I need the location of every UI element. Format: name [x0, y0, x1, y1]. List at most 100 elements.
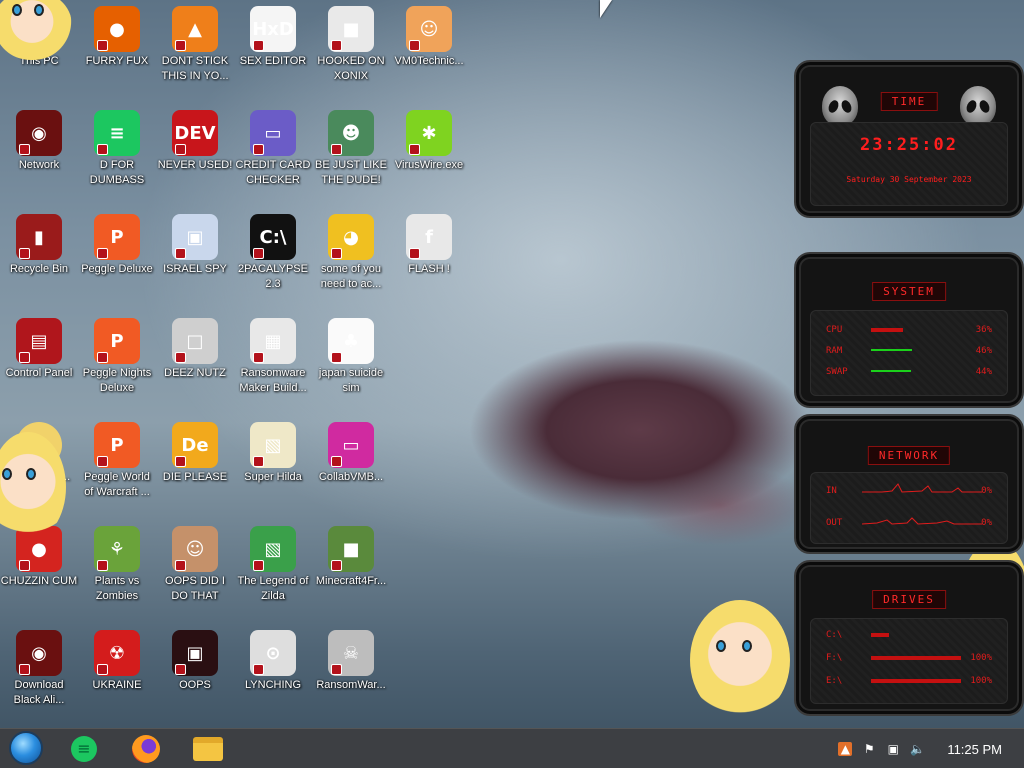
drive-f-value: 100%	[970, 653, 992, 663]
shortcut-badge-icon	[253, 664, 264, 675]
network-icon: ◉	[16, 630, 62, 676]
firefox-icon	[132, 735, 160, 763]
flame-icon[interactable]: ▲	[838, 742, 853, 756]
taskbar-notes-app[interactable]: ≡	[66, 733, 102, 765]
network-tray-icon[interactable]: ▣	[886, 742, 900, 756]
desktop-icon[interactable]: ▧ The Legend of Zilda	[234, 522, 312, 604]
desktop-icon[interactable]: ▭ CREDIT CARD CHECKER	[234, 106, 312, 188]
desktop-icon[interactable]: ▤ Control Panel	[0, 314, 78, 381]
desktop-icon[interactable]: ▧ Super Hilda	[234, 418, 312, 485]
desktop-icon-label: Recycle Bin	[9, 263, 69, 275]
desktop-icon[interactable]: □ DEEZ NUTZ	[156, 314, 234, 381]
network-spy-icon: ▣	[172, 214, 218, 260]
portrait-icon: ☺	[172, 526, 218, 572]
desktop-icon[interactable]: ♣ japan suicide sim	[312, 314, 390, 396]
desktop-icon[interactable]: ● FURRY FUX	[78, 2, 156, 69]
desktop-icon[interactable]: ⊙ LYNCHING	[234, 626, 312, 693]
flag-icon[interactable]: ⚑	[862, 742, 876, 756]
volume-icon[interactable]: 🔈	[910, 742, 925, 756]
desktop-icon[interactable]: ▭ CollabVMB...	[312, 418, 390, 485]
desktop-icon[interactable]: HxD SEX EDITOR	[234, 2, 312, 69]
desktop-icon-label: some of you need to ac...	[320, 263, 382, 290]
drive-c-bar	[871, 633, 889, 637]
peggle-nights-icon: P	[94, 318, 140, 364]
shortcut-badge-icon	[331, 664, 342, 675]
desktop-icon-label: OOPS DID I DO THAT	[165, 575, 225, 602]
red-square-icon: ▣	[172, 630, 218, 676]
drive-e-value: 100%	[970, 676, 992, 686]
shortcut-badge-icon	[253, 456, 264, 467]
desktop-icon-label: Minecraft4Fr...	[315, 575, 387, 587]
shortcut-badge-icon	[175, 664, 186, 675]
dude-icon: ☻	[328, 110, 374, 156]
shortcut-badge-icon	[175, 560, 186, 571]
desktop-icon-label: BE JUST LIKE THE DUDE!	[315, 159, 387, 186]
de-icon: De	[172, 422, 218, 468]
time-widget: Time 23:25:02 Saturday 30 September 2023	[794, 60, 1024, 218]
desktop-icon[interactable]: ✱ VirusWire.exe	[390, 106, 468, 173]
ram-value: 46%	[975, 346, 992, 356]
mouse-cursor-icon	[600, 0, 612, 18]
ram-bar	[871, 349, 912, 351]
desktop-icon[interactable]: ▦ Ransomware Maker Build...	[234, 314, 312, 396]
shortcut-badge-icon	[409, 248, 420, 259]
network-out-label: OUT	[826, 518, 843, 528]
vlc-icon: ▲	[172, 6, 218, 52]
taskbar-clock[interactable]: 11:25 PM	[947, 742, 1002, 757]
star-character-sticker-bottom	[690, 600, 790, 720]
desktop-icon[interactable]: ◉ Network	[0, 106, 78, 173]
desktop-icon-label: The Legend of Zilda	[237, 575, 309, 602]
shortcut-badge-icon	[175, 40, 186, 51]
desktop-icon-label: UKRAINE	[92, 679, 142, 691]
desktop-icon[interactable]: ☺ VM0Technic...	[390, 2, 468, 69]
shortcut-badge-icon	[175, 456, 186, 467]
desktop-icon[interactable]: ☠ RansomWar...	[312, 626, 390, 693]
desktop-icon[interactable]: ◕ some of you need to ac...	[312, 210, 390, 292]
shortcut-badge-icon	[97, 40, 108, 51]
desktop-icon-label: DIE PLEASE	[162, 471, 228, 483]
desktop-icon-label: SEX EDITOR	[239, 55, 307, 67]
desktop-icon[interactable]: C:\ 2PACALYPSE 2.3	[234, 210, 312, 292]
desktop-icon[interactable]: ▲ DONT STICK THIS IN YO...	[156, 2, 234, 84]
shortcut-badge-icon	[97, 352, 108, 363]
monitor-icon: ▭	[328, 422, 374, 468]
desktop-icon[interactable]: P Peggle Deluxe	[78, 210, 156, 277]
desktop-icon[interactable]: ☻ BE JUST LIKE THE DUDE!	[312, 106, 390, 188]
desktop-icon[interactable]: ■ Minecraft4Fr...	[312, 522, 390, 589]
desktop-icon-label: DEEZ NUTZ	[164, 367, 226, 379]
desktop-icon-label: ISRAEL SPY	[163, 263, 227, 275]
ram-label: RAM	[826, 346, 843, 356]
desktop-icon-label: japan suicide sim	[318, 367, 384, 394]
desktop-icon[interactable]: ◉ Download Black Ali...	[0, 626, 78, 708]
desktop-icon[interactable]: ☢ UKRAINE	[78, 626, 156, 693]
desktop-icon[interactable]: De DIE PLEASE	[156, 418, 234, 485]
radiation-icon: ☢	[94, 630, 140, 676]
network-out-graph	[862, 517, 982, 525]
desktop-icon[interactable]: ■ HOOKED ON XONIX	[312, 2, 390, 84]
peggle-wow-icon: P	[94, 422, 140, 468]
taskbar-file-explorer[interactable]	[190, 733, 226, 765]
network-in-graph	[862, 483, 982, 493]
desktop-icon-label: Peggle World of Warcraft ...	[84, 471, 150, 498]
swap-label: SWAP	[826, 367, 848, 377]
pixel-hilda-icon: ▧	[250, 422, 296, 468]
taskbar-firefox[interactable]	[128, 733, 164, 765]
desktop-icon[interactable]: P Peggle World of Warcraft ...	[78, 418, 156, 500]
shortcut-badge-icon	[97, 248, 108, 259]
desktop-icon[interactable]: ▮ Recycle Bin	[0, 210, 78, 277]
pvz-icon: ⚘	[94, 526, 140, 572]
desktop-icon[interactable]: ▣ ISRAEL SPY	[156, 210, 234, 277]
network-out-row: OUT 0%	[826, 517, 992, 528]
swap-value: 44%	[975, 367, 992, 377]
desktop-icon[interactable]: DEV NEVER USED!	[156, 106, 234, 173]
desktop-icon[interactable]: ▣ OOPS	[156, 626, 234, 693]
system-widget: System CPU 36% RAM 46% SWAP 44%	[794, 252, 1024, 408]
desktop-icon[interactable]: P Peggle Nights Deluxe	[78, 314, 156, 396]
desktop-icon[interactable]: ≡ D FOR DUMBASS	[78, 106, 156, 188]
start-button[interactable]	[8, 731, 44, 765]
network-in-label: IN	[826, 486, 837, 496]
desktop-icon[interactable]: ☺ OOPS DID I DO THAT	[156, 522, 234, 604]
desktop-icon[interactable]: ⚘ Plants vs Zombies	[78, 522, 156, 604]
time-widget-clock: 23:25:02	[860, 135, 958, 155]
desktop-icon[interactable]: f FLASH !	[390, 210, 468, 277]
